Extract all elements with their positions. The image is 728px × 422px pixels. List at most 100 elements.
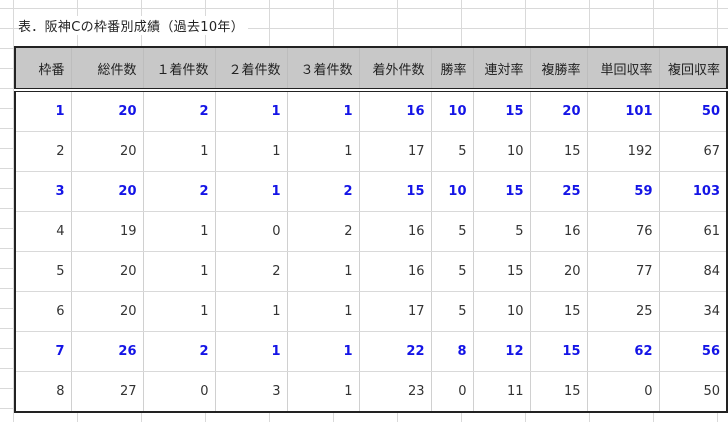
table-cell: 19 <box>70 211 143 252</box>
table-cell: 1 <box>142 131 215 172</box>
table-cell: 20 <box>70 171 143 212</box>
table-cell: 23 <box>358 371 431 412</box>
table-cell: 1 <box>214 331 287 372</box>
table-cell: 20 <box>70 291 143 332</box>
table-cell: 4 <box>15 211 71 252</box>
table-cell: 25 <box>586 291 659 332</box>
table-cell: 22 <box>358 331 431 372</box>
table-cell: 2 <box>142 90 215 132</box>
table-cell: 15 <box>529 131 587 172</box>
table-cell: 2 <box>142 171 215 212</box>
table-cell: 5 <box>430 131 473 172</box>
table-cell: 101 <box>586 90 659 132</box>
results-table: 枠番 総件数 １着件数 ２着件数 ３着件数 着外件数 勝率 連対率 複勝率 単回収率 複回収率 12… <box>14 46 728 413</box>
table-cell: 5 <box>430 211 473 252</box>
header-frame-number: 枠番 <box>15 47 71 92</box>
table-cell: 1 <box>142 211 215 252</box>
table-cell: 27 <box>70 371 143 412</box>
table-row: 7 26 2 1 1 22 8 12 15 62 56 <box>15 331 727 372</box>
table-cell: 3 <box>15 171 71 212</box>
table-cell: 10 <box>472 291 530 332</box>
table-cell: 15 <box>358 171 431 212</box>
table-cell: 17 <box>358 291 431 332</box>
table-cell: 1 <box>214 90 287 132</box>
header-place2-rate: 連対率 <box>472 47 530 92</box>
header-second-count: ２着件数 <box>214 47 287 92</box>
table-caption: 表．阪神Cの枠番別成績（過去10年） <box>18 16 249 35</box>
table-cell: 1 <box>214 291 287 332</box>
table-row: 6 20 1 1 1 17 5 10 15 25 34 <box>15 291 727 332</box>
header-show-return: 複回収率 <box>658 47 727 92</box>
table-cell: 67 <box>658 131 727 172</box>
table-cell: 15 <box>472 90 530 132</box>
table-cell: 2 <box>286 211 359 252</box>
table-cell: 11 <box>472 371 530 412</box>
table-cell: 20 <box>70 131 143 172</box>
table-cell: 10 <box>430 171 473 212</box>
table-cell: 25 <box>529 171 587 212</box>
table-cell: 2 <box>142 331 215 372</box>
header-first-count: １着件数 <box>142 47 215 92</box>
header-out-count: 着外件数 <box>358 47 431 92</box>
table-cell: 1 <box>286 131 359 172</box>
table-cell: 15 <box>472 171 530 212</box>
table-cell: 56 <box>658 331 727 372</box>
table-cell: 59 <box>586 171 659 212</box>
table-cell: 103 <box>658 171 727 212</box>
header-show-rate: 複勝率 <box>529 47 587 92</box>
table-row: 5 20 1 2 1 16 5 15 20 77 84 <box>15 251 727 292</box>
header-row: 枠番 総件数 １着件数 ２着件数 ３着件数 着外件数 勝率 連対率 複勝率 単回収率 複回収率 <box>15 47 727 92</box>
table-row: 4 19 1 0 2 16 5 5 16 76 61 <box>15 211 727 252</box>
table-cell: 1 <box>15 90 71 132</box>
table-cell: 0 <box>586 371 659 412</box>
table-cell: 15 <box>472 251 530 292</box>
table-cell: 77 <box>586 251 659 292</box>
table-cell: 16 <box>358 211 431 252</box>
table-cell: 10 <box>472 131 530 172</box>
table-row: 1 20 2 1 1 16 10 15 20 101 50 <box>15 90 727 132</box>
table-cell: 1 <box>142 291 215 332</box>
header-win-return: 単回収率 <box>586 47 659 92</box>
table-cell: 5 <box>15 251 71 292</box>
table-cell: 50 <box>658 371 727 412</box>
table-cell: 15 <box>529 371 587 412</box>
table-cell: 1 <box>142 251 215 292</box>
table-cell: 34 <box>658 291 727 332</box>
table-cell: 192 <box>586 131 659 172</box>
table-cell: 0 <box>214 211 287 252</box>
table-cell: 16 <box>358 251 431 292</box>
table-cell: 61 <box>658 211 727 252</box>
table-cell: 76 <box>586 211 659 252</box>
header-third-count: ３着件数 <box>286 47 359 92</box>
table-body: 1 20 2 1 1 16 10 15 20 101 50 2 20 1 1 1 17 5 10 15 192 67 3 20… <box>15 90 727 412</box>
table-cell: 84 <box>658 251 727 292</box>
header-win-rate: 勝率 <box>430 47 473 92</box>
table-cell: 0 <box>142 371 215 412</box>
table-cell: 5 <box>472 211 530 252</box>
table-cell: 1 <box>286 90 359 132</box>
table-cell: 5 <box>430 251 473 292</box>
table-cell: 15 <box>529 291 587 332</box>
table-cell: 6 <box>15 291 71 332</box>
table-cell: 0 <box>430 371 473 412</box>
table-cell: 8 <box>56 384 65 399</box>
table-row: 2 20 1 1 1 17 5 10 15 192 67 <box>15 131 727 172</box>
table-cell: 20 <box>70 90 143 132</box>
table-cell: 10 <box>430 90 473 132</box>
table-row: 8 27 0 3 1 23 0 11 15 0 50 <box>15 371 727 412</box>
table-cell: 20 <box>529 251 587 292</box>
table-cell: 50 <box>658 90 727 132</box>
table-cell: 8 <box>430 331 473 372</box>
table-cell: 1 <box>286 291 359 332</box>
table-cell: 2 <box>15 131 71 172</box>
table-cell: 17 <box>358 131 431 172</box>
table-cell: 2 <box>286 171 359 212</box>
table-cell: 16 <box>358 90 431 132</box>
table-cell: 7 <box>15 331 71 372</box>
table-cell: 16 <box>529 211 587 252</box>
table-row: 3 20 2 1 2 15 10 15 25 59 103 <box>15 171 727 212</box>
table-cell: 1 <box>286 331 359 372</box>
table-cell: 12 <box>472 331 530 372</box>
table-cell: 15 <box>529 331 587 372</box>
table-cell: 1 <box>214 171 287 212</box>
